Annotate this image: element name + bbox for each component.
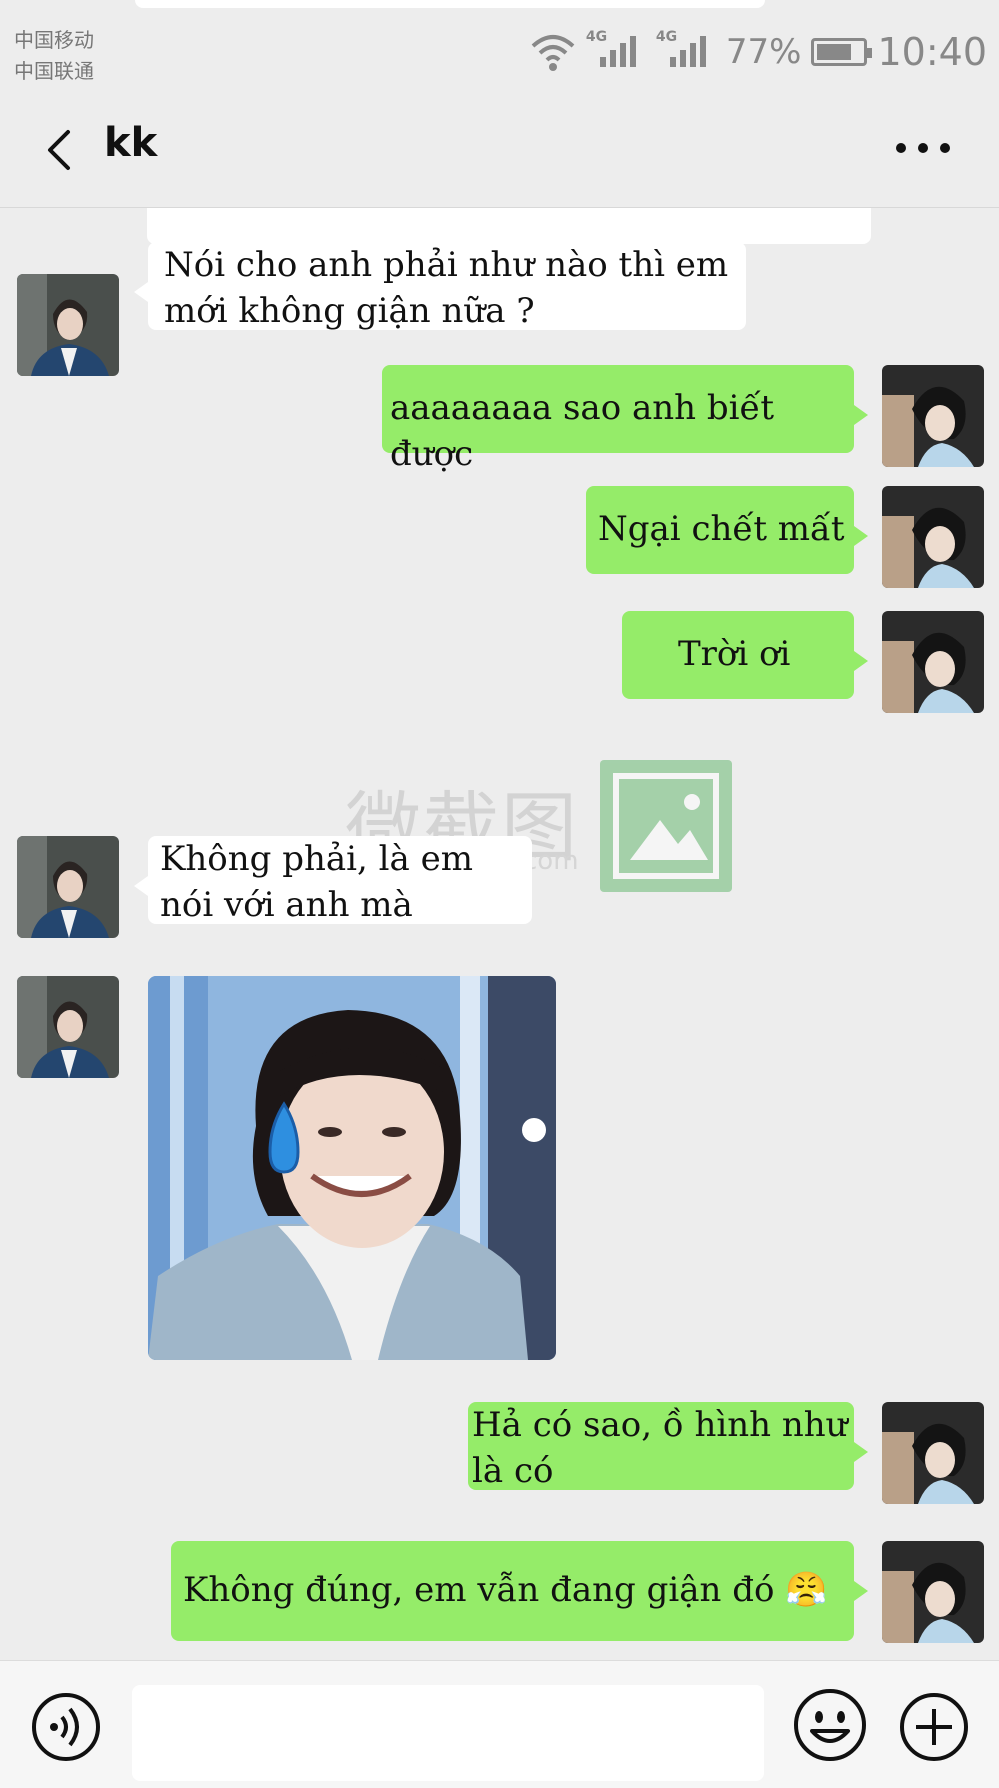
message-bubble-received[interactable]: Không phải, là em nói với anh mà	[134, 836, 532, 925]
carrier-1: 中国移动	[14, 28, 94, 52]
message-line: Hả có sao, ồ hình như	[472, 1405, 848, 1445]
message-line: Không đúng, em vẫn đang giận đó	[183, 1570, 775, 1610]
signal-icon: 4G	[656, 29, 716, 75]
message-bubble-sent[interactable]: Hả có sao, ồ hình như là có	[468, 1402, 868, 1491]
notification-strip	[135, 0, 765, 8]
message-line: Nói cho anh phải như nào thì em	[164, 245, 729, 285]
message-line: Ngại chết mất	[598, 509, 845, 549]
my-avatar[interactable]	[882, 1402, 984, 1504]
more-dots-icon[interactable]	[895, 142, 951, 154]
message-line: aaaaaaaa sao anh biết được	[390, 388, 775, 474]
message-line: mới không giận nữa ?	[164, 291, 535, 331]
message-bubble-sent[interactable]: Trời ơi	[622, 611, 868, 699]
my-avatar[interactable]	[882, 1541, 984, 1643]
wifi-icon	[531, 35, 575, 71]
message-bubble-sent[interactable]: Không đúng, em vẫn đang giận đó 😤	[171, 1541, 868, 1641]
chat-messages[interactable]: 微截图 com Nói cho anh phải như nào thì em …	[0, 208, 999, 1660]
plus-icon[interactable]	[898, 1691, 970, 1763]
message-line: là có	[472, 1451, 554, 1491]
signal-icon: 4G	[586, 29, 646, 75]
contact-avatar[interactable]	[17, 976, 119, 1078]
my-avatar[interactable]	[882, 611, 984, 713]
my-avatar[interactable]	[882, 365, 984, 467]
message-input[interactable]	[132, 1685, 764, 1781]
my-avatar[interactable]	[882, 486, 984, 588]
chevron-left-icon[interactable]	[40, 126, 84, 174]
message-line: nói với anh mà	[160, 885, 413, 925]
message-bubble-received[interactable]: Nói cho anh phải như nào thì em mới khôn…	[134, 242, 746, 331]
message-line: Không phải, là em	[160, 839, 473, 879]
chat-title: kk	[104, 120, 158, 166]
partial-message-bubble	[147, 208, 871, 244]
message-bubble-sent[interactable]: Ngại chết mất	[586, 486, 868, 574]
emoji: 😤	[785, 1570, 828, 1610]
carrier-2: 中国联通	[14, 59, 94, 83]
network-type-2: 4G	[655, 29, 678, 45]
voice-icon[interactable]	[30, 1691, 102, 1763]
battery-level-fill	[817, 44, 852, 60]
contact-avatar[interactable]	[17, 836, 119, 938]
chat-header: kk	[0, 90, 999, 208]
battery-percent: 77%	[725, 32, 802, 72]
status-bar: 中国移动 中国联通 4G 4G 77% 10:40	[0, 0, 999, 90]
emoji-icon[interactable]	[792, 1687, 868, 1763]
network-type-1: 4G	[585, 29, 608, 45]
battery-icon	[811, 38, 873, 66]
image-message[interactable]	[148, 976, 556, 1360]
clock: 10:40	[877, 30, 987, 74]
watermark-logo-icon	[600, 760, 732, 892]
message-line: Trời ơi	[678, 634, 791, 674]
status-indicators: 4G 4G 77% 10:40	[530, 24, 987, 80]
input-bar	[0, 1660, 999, 1788]
message-bubble-sent[interactable]: aaaaaaaa sao anh biết được	[382, 365, 868, 474]
contact-avatar[interactable]	[17, 274, 119, 376]
